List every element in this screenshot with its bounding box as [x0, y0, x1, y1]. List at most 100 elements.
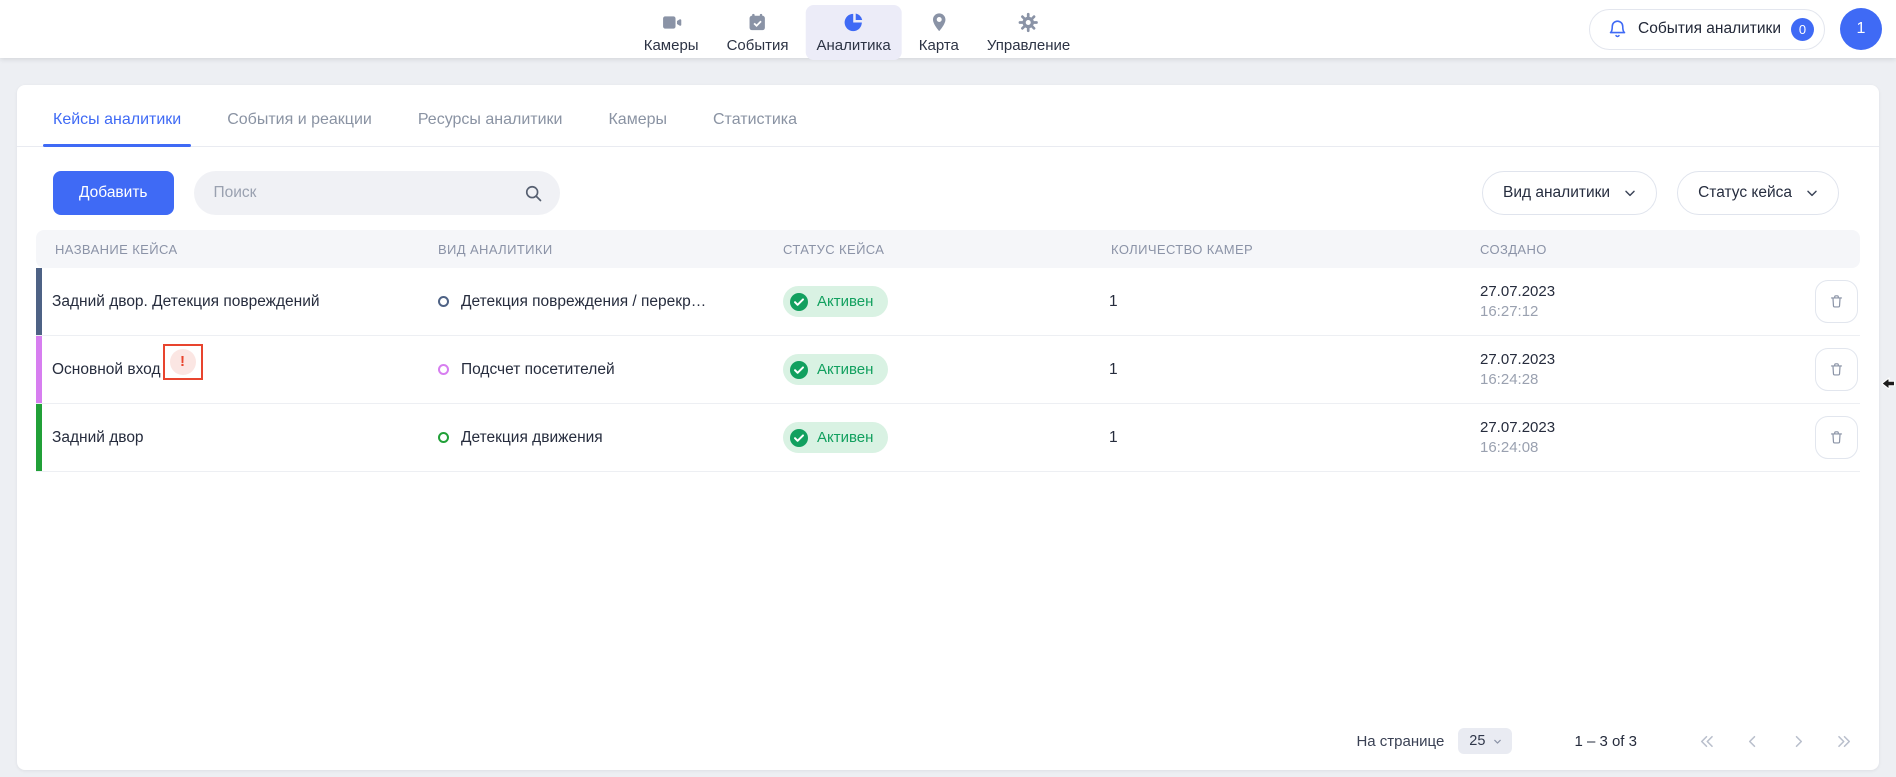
nav-label: События: [727, 37, 789, 54]
table-row[interactable]: Задний двор Детекция движения Активен 1 …: [36, 404, 1860, 472]
top-bar: Камеры События Аналитика Карта: [0, 0, 1896, 58]
search-icon[interactable]: [523, 183, 543, 203]
analytics-type-label: Подсчет посетителей: [461, 361, 615, 379]
nav-item-cameras[interactable]: Камеры: [633, 5, 710, 60]
case-name-cell: Задний двор. Детекция повреждений: [36, 293, 422, 311]
analytics-type-label: Детекция повреждения / перекр…: [461, 293, 706, 311]
nav-item-management[interactable]: Управление: [976, 5, 1081, 60]
analytics-type-cell: Детекция повреждения / перекр…: [422, 293, 767, 311]
per-page-select[interactable]: 25: [1458, 728, 1512, 754]
pagination-bar: На странице 25 1 – 3 of 3: [17, 718, 1879, 770]
bell-icon: [1607, 19, 1628, 40]
status-badge: Активен: [783, 286, 888, 317]
created-time: 16:27:12: [1480, 302, 1776, 322]
nav-label: Камеры: [644, 37, 699, 54]
status-cell: Активен: [767, 422, 1095, 453]
tab-analytics-resources[interactable]: Ресурсы аналитики: [408, 99, 573, 146]
tab-statistics[interactable]: Статистика: [703, 99, 807, 146]
case-color-bar: [36, 404, 42, 471]
error-exclamation-icon: !: [170, 349, 196, 375]
analytics-type-icon: [438, 432, 449, 443]
col-case-name: НАЗВАНИЕ КЕЙСА: [36, 242, 422, 257]
chevron-down-icon: [1804, 185, 1820, 201]
delete-button[interactable]: [1815, 280, 1858, 323]
analytics-type-cell: Подсчет посетителей: [422, 361, 767, 379]
analytics-type-filter[interactable]: Вид аналитики: [1482, 171, 1657, 215]
col-case-status: СТАТУС КЕЙСА: [767, 242, 1095, 257]
trash-icon: [1828, 429, 1845, 446]
delete-button[interactable]: [1815, 348, 1858, 391]
map-pin-icon: [927, 11, 950, 34]
status-badge: Активен: [783, 422, 888, 453]
nav-item-analytics[interactable]: Аналитика: [806, 5, 902, 60]
check-circle-icon: [789, 292, 809, 312]
col-camera-count: КОЛИЧЕСТВО КАМЕР: [1095, 242, 1464, 257]
case-status-filter[interactable]: Статус кейса: [1677, 171, 1839, 215]
table-row[interactable]: Задний двор. Детекция повреждений Детекц…: [36, 268, 1860, 336]
toolbar: Добавить Вид аналитики Статус кейса: [17, 147, 1879, 215]
case-color-bar: [36, 336, 42, 403]
table-row[interactable]: Основной вход ! Подсчет посетителей Акти…: [36, 336, 1860, 404]
analytics-type-filter-label: Вид аналитики: [1503, 184, 1610, 202]
camera-count-cell: 1: [1095, 293, 1464, 311]
status-cell: Активен: [767, 354, 1095, 385]
trash-icon: [1828, 361, 1845, 378]
status-badge: Активен: [783, 354, 888, 385]
prev-page-button[interactable]: [1741, 730, 1763, 752]
trash-icon: [1828, 293, 1845, 310]
nav-item-map[interactable]: Карта: [908, 5, 970, 60]
nav-label: Управление: [987, 37, 1070, 54]
created-date: 27.07.2023: [1480, 282, 1776, 302]
cases-table: НАЗВАНИЕ КЕЙСА ВИД АНАЛИТИКИ СТАТУС КЕЙС…: [17, 215, 1879, 718]
mouse-cursor-icon: [1881, 376, 1896, 396]
gear-icon: [1017, 11, 1040, 34]
user-avatar[interactable]: 1: [1840, 8, 1882, 50]
tab-events-reactions[interactable]: События и реакции: [217, 99, 382, 146]
analytics-type-cell: Детекция движения: [422, 429, 767, 447]
pager-controls: [1695, 730, 1855, 752]
created-date: 27.07.2023: [1480, 418, 1776, 438]
case-name-cell: Основной вход !: [36, 352, 422, 388]
analytics-tabs: Кейсы аналитики События и реакции Ресурс…: [17, 85, 1879, 147]
analytics-type-icon: [438, 364, 449, 375]
topbar-right-group: События аналитики 0 1: [1589, 8, 1882, 50]
error-highlight-box: !: [163, 344, 203, 380]
analytics-events-button[interactable]: События аналитики 0: [1589, 9, 1825, 50]
case-color-bar: [36, 268, 42, 335]
pie-chart-icon: [842, 11, 865, 34]
status-label: Активен: [817, 429, 873, 446]
analytics-type-icon: [438, 296, 449, 307]
search-field-wrap: [194, 171, 560, 215]
nav-item-events[interactable]: События: [716, 5, 800, 60]
add-button[interactable]: Добавить: [53, 171, 174, 215]
case-name-cell: Задний двор: [36, 429, 422, 447]
actions-cell: [1799, 416, 1860, 459]
table-header: НАЗВАНИЕ КЕЙСА ВИД АНАЛИТИКИ СТАТУС КЕЙС…: [36, 230, 1860, 268]
status-label: Активен: [817, 293, 873, 310]
calendar-check-icon: [746, 11, 769, 34]
camera-count-cell: 1: [1095, 429, 1464, 447]
created-cell: 27.07.2023 16:24:08: [1464, 418, 1776, 458]
created-cell: 27.07.2023 16:24:28: [1464, 350, 1776, 390]
created-time: 16:24:28: [1480, 370, 1776, 390]
chevron-down-icon: [1622, 185, 1638, 201]
camera-count-cell: 1: [1095, 361, 1464, 379]
check-circle-icon: [789, 360, 809, 380]
col-analytics-type: ВИД АНАЛИТИКИ: [422, 242, 767, 257]
case-status-filter-label: Статус кейса: [1698, 184, 1792, 202]
created-time: 16:24:08: [1480, 438, 1776, 458]
search-input[interactable]: [194, 171, 560, 215]
actions-cell: [1799, 280, 1860, 323]
tab-analytics-cases[interactable]: Кейсы аналитики: [43, 99, 191, 146]
delete-button[interactable]: [1815, 416, 1858, 459]
nav-label: Аналитика: [817, 37, 891, 54]
next-page-button[interactable]: [1787, 730, 1809, 752]
first-page-button[interactable]: [1695, 730, 1717, 752]
case-name: Основной вход: [52, 361, 161, 379]
per-page-label: На странице: [1356, 733, 1444, 750]
check-circle-icon: [789, 428, 809, 448]
tab-cameras[interactable]: Камеры: [598, 99, 677, 146]
last-page-button[interactable]: [1833, 730, 1855, 752]
camera-icon: [660, 11, 683, 34]
status-label: Активен: [817, 361, 873, 378]
